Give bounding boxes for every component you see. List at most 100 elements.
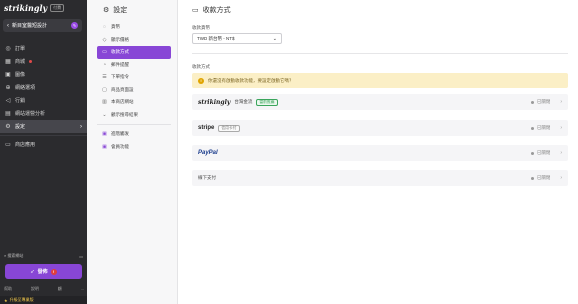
- nav-label: 行銷: [15, 98, 26, 104]
- list-icon: ☰: [102, 74, 107, 81]
- payment-alert: ! 你還沒有啟動收款功能，要設定啟動它嗎？: [192, 73, 568, 88]
- status-text: 已關閉: [536, 125, 551, 130]
- settings-item-label: 收款方式: [111, 49, 129, 55]
- status-badge: 已關閉: [530, 125, 551, 131]
- nav-label: 網絡選項: [15, 85, 36, 91]
- nav-item-marketing[interactable]: ◁ 行銷: [0, 94, 87, 107]
- chevron-right-icon[interactable]: ›: [560, 150, 562, 156]
- payment-row-offline[interactable]: 線下支付 已關閉 ›: [192, 170, 568, 186]
- settings-item-payment-methods[interactable]: ▭ 收款方式: [97, 46, 171, 59]
- globe-icon: ⊕: [5, 85, 11, 91]
- footer-link-help[interactable]: 幫助: [4, 286, 12, 292]
- cart-icon: ◎: [5, 46, 11, 52]
- settings-item-advanced[interactable]: ▣ 進階觸发: [97, 128, 171, 141]
- settings-item-label: 郵件提醒: [111, 61, 129, 67]
- search-site-link[interactable]: ⌕ 搜索網站: [4, 253, 23, 259]
- settings-item-label: 下單指令: [111, 74, 129, 80]
- bottom-tools: ⌕ 搜索網站 ▭: [4, 253, 83, 259]
- nav-item-settings[interactable]: ⚙ 設定 ›: [0, 120, 87, 133]
- store-icon: ▦: [5, 59, 11, 65]
- settings-item-email-alerts[interactable]: ◔ 郵件提醒: [97, 59, 171, 72]
- rocket-icon: ➶: [30, 268, 35, 275]
- main-content: ▭ 收款方式 收款貨幣 TWD 新台幣 - NT$ ⌄ 收款方式 ! 你還沒有啟…: [178, 0, 578, 304]
- settings-header: ⚙ 設定: [103, 5, 127, 15]
- nav-label: 圖像: [15, 72, 26, 78]
- chevron-right-icon: ›: [80, 123, 82, 130]
- chevron-right-icon[interactable]: ›: [560, 175, 562, 181]
- image-icon: ▣: [5, 72, 11, 78]
- status-badge: 已關閉: [530, 175, 550, 181]
- site-switcher[interactable]: ‹ 新目室醫短設計 ✎: [3, 19, 82, 32]
- brand[interactable]: strikingly 付費: [4, 3, 65, 13]
- payment-row-strikingly[interactable]: strikingly 台灣金流 當前推薦 已關閉 ›: [192, 94, 568, 110]
- nav-item-store[interactable]: ▦ 商城: [0, 55, 87, 68]
- settings-item-search-results[interactable]: ⌄ 顧示搜尋結果: [97, 109, 171, 122]
- payment-row-stripe[interactable]: stripe 信用卡付 已關閉 ›: [192, 120, 568, 136]
- more-icon[interactable]: ...: [81, 286, 84, 292]
- settings-item-membership[interactable]: ▣ 會員功能: [97, 141, 171, 154]
- settings-item-display-price[interactable]: ◇ 顯示價格: [97, 34, 171, 47]
- pencil-icon[interactable]: ✎: [71, 22, 78, 29]
- zap-icon: ▣: [102, 131, 107, 138]
- settings-item-label: 顧示搜尋結果: [111, 111, 138, 117]
- upgrade-label: 升級至專業版: [9, 297, 34, 302]
- settings-item-currency[interactable]: ◌ 貨幣: [97, 21, 171, 34]
- nav-item-images[interactable]: ▣ 圖像: [0, 68, 87, 81]
- monitor-icon[interactable]: ▭: [79, 254, 83, 259]
- publish-button[interactable]: ➶ 發佈 !: [5, 264, 82, 279]
- nav-item-network[interactable]: ⊕ 網絡選項: [0, 81, 87, 94]
- chevron-right-icon[interactable]: ›: [560, 125, 562, 131]
- page-title: 收款方式: [202, 7, 231, 14]
- notification-dot: [29, 60, 33, 63]
- footer-link-advisor[interactable]: 顧: [58, 286, 62, 292]
- strikingly-logo: strikingly: [4, 3, 48, 13]
- footer-link-guide[interactable]: 說明: [31, 286, 39, 292]
- nav-item-orders[interactable]: ◎ 訂單: [0, 42, 87, 55]
- sidebar: strikingly 付費 ‹ 新目室醫短設計 ✎ ◎ 訂單 ▦ 商城 ▣ 圖像…: [0, 0, 87, 304]
- status-text: 已關閉: [536, 150, 551, 155]
- settings-title: 設定: [113, 7, 128, 14]
- nav-item-apps[interactable]: ▭ 商店應用: [0, 138, 87, 151]
- chevron-right-icon[interactable]: ›: [560, 99, 562, 105]
- search-site-label: 搜索網站: [7, 253, 24, 258]
- settings-panel: ⚙ 設定 ◌ 貨幣 ◇ 顯示價格 ▭ 收款方式 ◔ 郵件提醒 ☰ 下單指令 ▢ …: [87, 0, 178, 304]
- nav-label: 訂單: [15, 46, 26, 52]
- nav-item-analytics[interactable]: ▤ 網站運營分析: [0, 107, 87, 120]
- paypal-logo: PayPal: [198, 150, 218, 156]
- main-nav: ◎ 訂單 ▦ 商城 ▣ 圖像 ⊕ 網絡選項 ◁ 行銷 ▤ 網站運營分析 ⚙ 設定…: [0, 42, 87, 151]
- back-arrow-icon[interactable]: ‹: [7, 23, 9, 29]
- status-dot: [530, 151, 534, 155]
- settings-item-order-instructions[interactable]: ☰ 下單指令: [97, 71, 171, 84]
- payment-row-paypal[interactable]: PayPal 已關閉 ›: [192, 145, 568, 161]
- settings-item-product-page[interactable]: ▢ 商品頁面設: [97, 84, 171, 97]
- settings-item-label: 本商店網站: [111, 99, 134, 105]
- warning-icon: !: [50, 268, 57, 275]
- card-icon: ▭: [192, 7, 199, 14]
- card-icon: ▭: [102, 49, 107, 56]
- chevron-down-icon: ⌄: [272, 35, 277, 42]
- settings-item-label: 進階觸发: [111, 131, 129, 137]
- currency-label: 收款貨幣: [192, 25, 210, 30]
- settings-item-label: 商品頁面設: [111, 86, 134, 92]
- nav-label: 網站運營分析: [15, 111, 46, 117]
- settings-list: ◌ 貨幣 ◇ 顯示價格 ▭ 收款方式 ◔ 郵件提醒 ☰ 下單指令 ▢ 商品頁面設…: [97, 21, 171, 153]
- page-icon: ▢: [102, 86, 107, 93]
- credit-card-tag: 信用卡付: [218, 124, 240, 132]
- divider: [97, 124, 171, 125]
- tag-icon: ◇: [102, 36, 107, 43]
- footer-links: 幫助 說明 顧 ...: [4, 286, 84, 292]
- upgrade-banner[interactable]: ★ 升級至專業版: [0, 296, 87, 304]
- page-header: ▭ 收款方式: [192, 5, 231, 15]
- site-name: 新目室醫短設計: [12, 23, 48, 29]
- shop-icon: ▥: [102, 99, 107, 106]
- plan-badge: 付費: [50, 4, 65, 12]
- settings-item-store-site[interactable]: ▥ 本商店網站: [97, 96, 171, 109]
- star-icon: ★: [4, 297, 8, 303]
- status-badge: 已關閉: [530, 99, 550, 105]
- user-icon: ▣: [102, 143, 107, 150]
- settings-item-label: 會員功能: [111, 143, 129, 149]
- status-badge: 已關閉: [530, 150, 551, 156]
- nav-label: 商店應用: [15, 142, 36, 148]
- currency-select[interactable]: TWD 新台幣 - NT$ ⌄: [192, 33, 282, 44]
- status-dot: [530, 176, 534, 180]
